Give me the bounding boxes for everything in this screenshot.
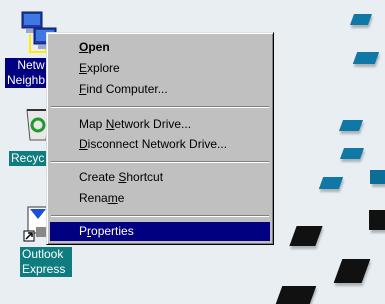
menu-item-disconnect-post: isconnect Network Drive... — [87, 137, 228, 151]
menu-item-open-text: Open — [79, 40, 110, 54]
menu-item-explore-accel: E — [79, 61, 88, 75]
menu-item-create-shortcut-text: Create Shortcut — [79, 170, 163, 184]
menu-item-rename-accel: m — [107, 191, 118, 205]
menu-item-disconnect-accel: D — [79, 137, 88, 151]
menu-item-map-network-drive-text: Map Network Drive... — [79, 117, 191, 131]
menu-separator — [51, 161, 269, 163]
menu-item-create-shortcut-post: hortcut — [126, 170, 164, 184]
wallpaper-pane — [349, 14, 373, 25]
menu-item-properties-text: Properties — [79, 224, 134, 238]
menu-item-open-post: pen — [88, 40, 110, 54]
recycle-bin-label: Recyc — [9, 151, 51, 166]
wallpaper-pane — [370, 170, 385, 184]
wallpaper-pane — [333, 259, 371, 283]
menu-item-find-computer-post: ind Computer... — [86, 82, 168, 96]
menu-item-disconnect-text: Disconnect Network Drive... — [79, 137, 227, 151]
menu-item-map-network-drive-pre: Map — [79, 117, 106, 131]
menu-item-properties[interactable]: Properties — [50, 222, 270, 241]
menu-item-open[interactable]: Open — [50, 38, 270, 57]
outlook-express-label-line2: Express — [22, 262, 66, 276]
menu-item-rename[interactable]: Rename — [50, 189, 270, 208]
network-neighborhood-label-line2: Neighb — [7, 73, 46, 87]
menu-item-create-shortcut-pre: Create — [79, 170, 119, 184]
menu-separator — [51, 215, 269, 217]
menu-item-find-computer[interactable]: Find Computer... — [50, 80, 270, 99]
outlook-express-label-line1: Outlook — [22, 247, 64, 261]
network-neighborhood-label-line1: Netw — [17, 58, 45, 72]
wallpaper-pane — [275, 286, 317, 304]
menu-item-map-network-drive-post: etwork Drive... — [114, 117, 192, 131]
menu-item-open-accel: O — [79, 40, 89, 54]
menu-item-properties-pre: P — [79, 224, 88, 238]
menu-item-properties-post: operties — [91, 224, 134, 238]
menu-item-rename-post: e — [117, 191, 125, 205]
menu-item-rename-text: Rename — [79, 191, 124, 205]
outlook-express-label: Outlook Express — [20, 247, 72, 277]
wallpaper-pane — [318, 177, 344, 189]
menu-item-find-computer-text: Find Computer... — [79, 82, 168, 96]
wallpaper-pane — [352, 52, 380, 64]
wallpaper-pane — [289, 226, 323, 246]
menu-item-map-network-drive[interactable]: Map Network Drive... — [50, 115, 270, 134]
wallpaper-pane — [338, 120, 364, 131]
menu-item-disconnect-network-drive[interactable]: Disconnect Network Drive... — [50, 135, 270, 154]
menu-item-create-shortcut[interactable]: Create Shortcut — [50, 168, 270, 187]
wallpaper-pane — [339, 148, 365, 159]
menu-item-explore-text: Explore — [79, 61, 120, 75]
menu-item-explore-post: xplore — [87, 61, 120, 75]
context-menu: Open Explore Find Computer... Map Networ… — [46, 32, 274, 245]
menu-item-rename-pre: Rena — [79, 191, 108, 205]
wallpaper-pane — [369, 210, 385, 230]
network-neighborhood-label: Netw Neighb — [5, 58, 51, 88]
menu-item-explore[interactable]: Explore — [50, 59, 270, 78]
menu-separator — [51, 106, 269, 108]
desktop: Netw Neighb Recyc Outlook Express Open E… — [0, 0, 385, 304]
